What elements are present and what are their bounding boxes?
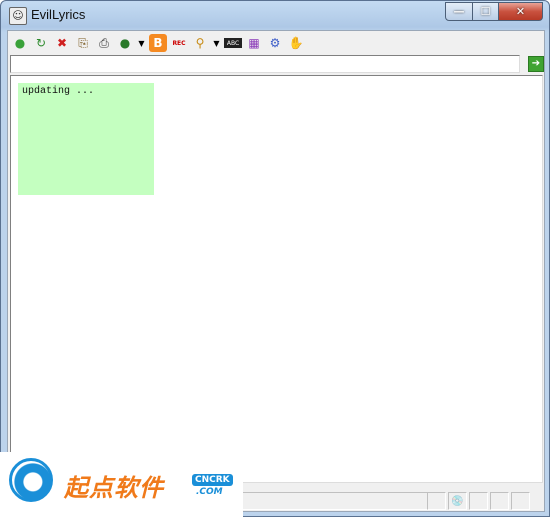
maximize-icon: ☐	[480, 5, 491, 18]
web-search-dropdown-icon[interactable]: ▼	[137, 34, 146, 52]
close-icon: ✕	[515, 5, 526, 18]
print-icon[interactable]: ⎙	[95, 34, 113, 52]
watermark-overlay: 起点软件 CNCRK .COM	[0, 452, 243, 517]
status-cell-4	[490, 492, 509, 510]
status-cell-5	[511, 492, 530, 510]
toolbar: ● ↻ ✖ ⎘ ⎙ ● ▼ B REC ⚲ ▼ ABC ▦ ⚙ ✋	[8, 31, 547, 55]
color-palette-icon[interactable]: ▦	[245, 34, 263, 52]
settings-gear-icon[interactable]: ⚙	[266, 34, 284, 52]
status-cell-1	[427, 492, 446, 510]
status-cell-3	[469, 492, 488, 510]
client-area: ● ↻ ✖ ⎘ ⎙ ● ▼ B REC ⚲ ▼ ABC ▦ ⚙ ✋ ➔ upda…	[7, 30, 545, 512]
app-icon[interactable]: ☺	[9, 7, 27, 25]
web-search-icon[interactable]: ●	[116, 34, 134, 52]
title-bar[interactable]: ☺ EvilLyrics — ☐ ✕	[1, 1, 549, 29]
disc-icon[interactable]: 💿	[448, 492, 467, 510]
lyrics-status-text: updating ...	[22, 86, 95, 97]
blogger-icon[interactable]: B	[149, 34, 167, 52]
window-controls: — ☐ ✕	[445, 2, 543, 21]
delete-icon[interactable]: ✖	[53, 34, 71, 52]
go-arrow-icon[interactable]: ➔	[528, 56, 544, 72]
minimize-button[interactable]: —	[445, 2, 473, 21]
window-title: EvilLyrics	[31, 7, 86, 22]
abc-font-icon[interactable]: ABC	[224, 38, 242, 48]
hand-icon[interactable]: ✋	[287, 34, 305, 52]
watermark-badge: CNCRK	[192, 474, 233, 486]
song-search-input[interactable]	[11, 59, 517, 73]
maximize-button[interactable]: ☐	[473, 2, 499, 21]
watermark-sub: .COM	[196, 487, 223, 497]
watermark-text: 起点软件	[64, 474, 164, 502]
lyrics-display: updating ...	[18, 83, 154, 195]
main-window: ☺ EvilLyrics — ☐ ✕ ● ↻ ✖ ⎘ ⎙ ● ▼ B REC ⚲…	[0, 0, 550, 517]
record-icon[interactable]: REC	[170, 34, 188, 52]
watermark-logo-icon	[9, 458, 53, 502]
search-dropdown-icon[interactable]: ▼	[212, 34, 221, 52]
copy-icon[interactable]: ⎘	[74, 34, 92, 52]
minimize-icon: —	[453, 5, 465, 18]
address-field[interactable]	[10, 55, 520, 73]
refresh-icon[interactable]: ↻	[32, 34, 50, 52]
search-icon[interactable]: ⚲	[191, 34, 209, 52]
play-icon[interactable]: ●	[11, 34, 29, 52]
lyrics-pane[interactable]: updating ...	[10, 75, 543, 483]
close-button[interactable]: ✕	[499, 2, 543, 21]
